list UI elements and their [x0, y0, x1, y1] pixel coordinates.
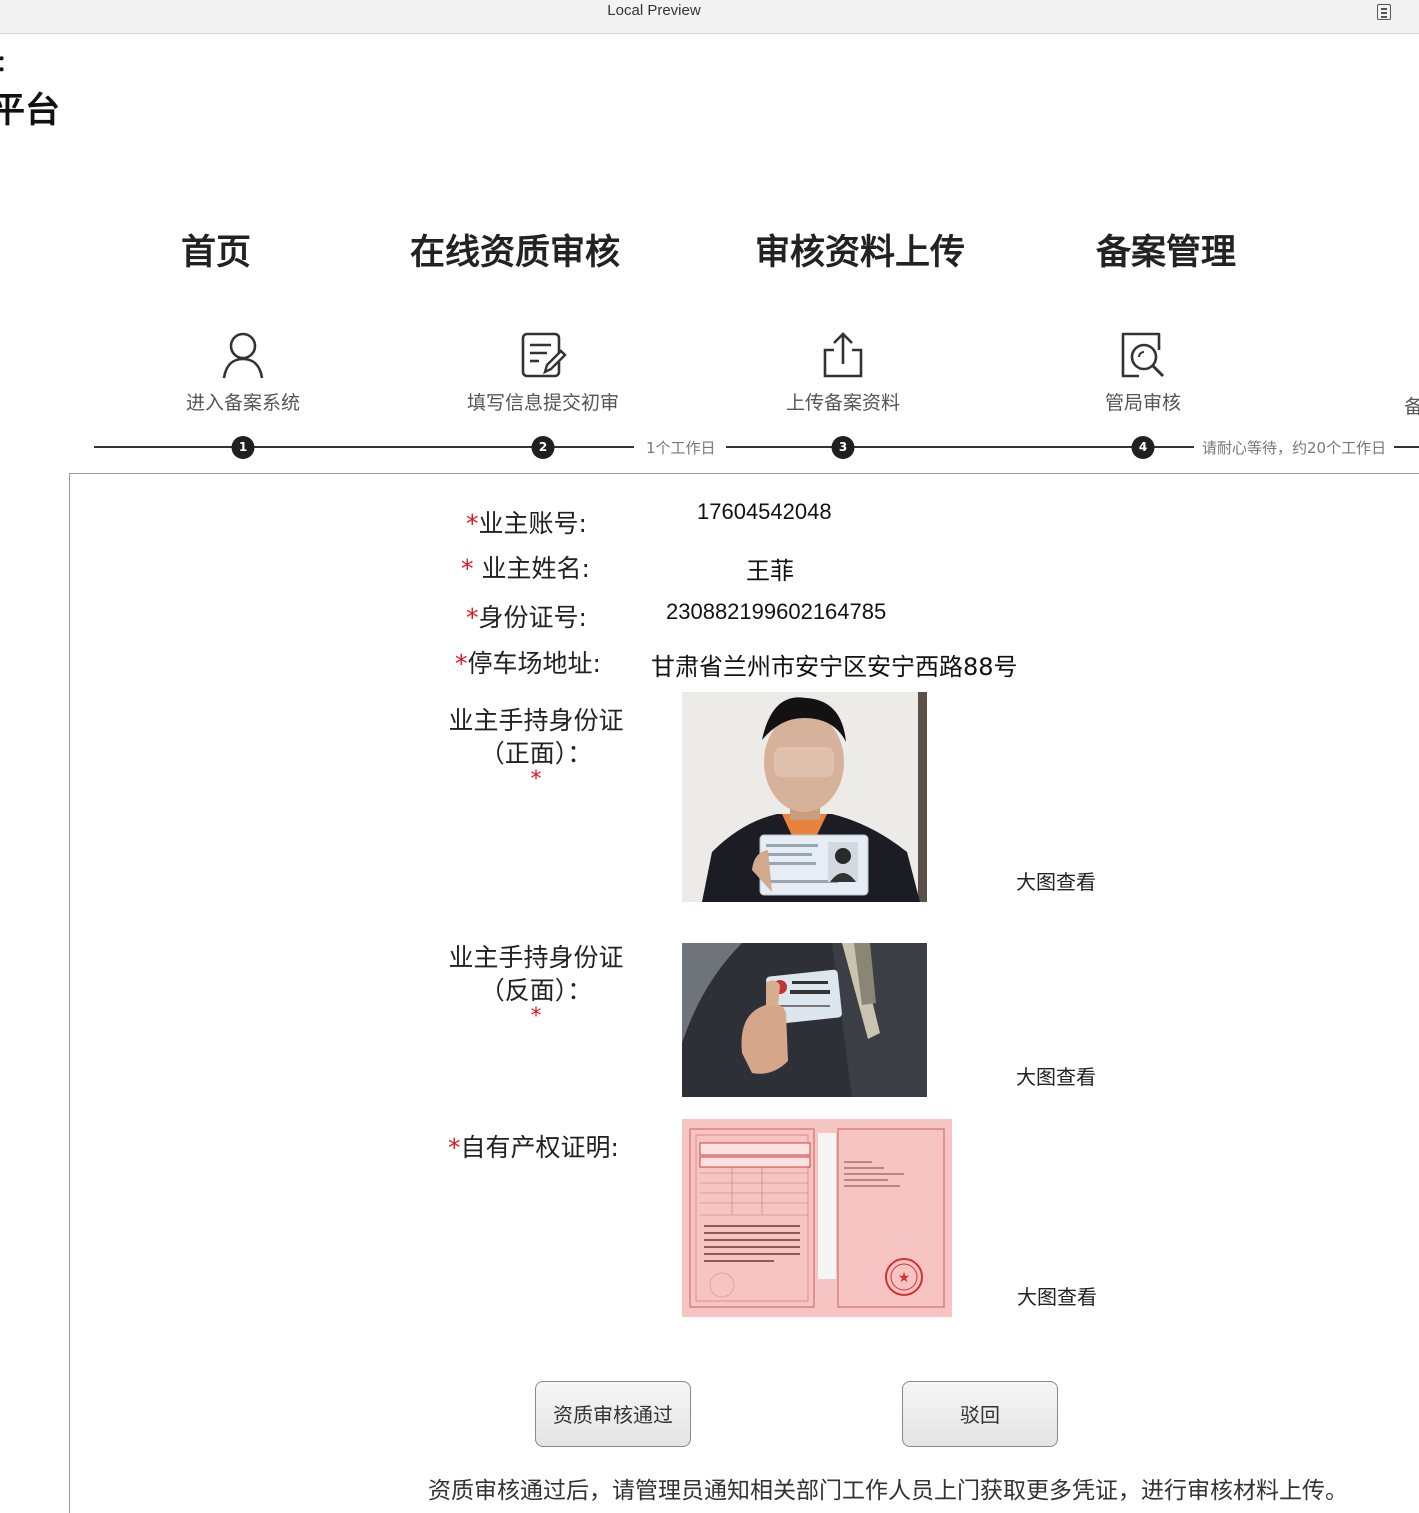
owner-name-value: 王菲	[746, 557, 794, 585]
user-icon	[222, 332, 264, 379]
nav-home[interactable]: 首页	[181, 232, 251, 274]
step-label: 上传备案资料	[785, 392, 901, 414]
step-label: 填写信息提交初审	[466, 392, 620, 414]
required-mark: *	[461, 554, 474, 583]
owner-name-label: * 业主姓名:	[461, 554, 590, 583]
step-duration-note: 请耐心等待，约20个工作日	[1194, 437, 1395, 458]
svg-text:★: ★	[898, 1270, 911, 1286]
review-search-icon	[1121, 332, 1165, 378]
reject-button[interactable]: 驳回	[902, 1381, 1058, 1447]
edit-form-icon	[521, 332, 567, 378]
step-authority-review: 管局审核	[1105, 330, 1181, 415]
required-mark: *	[530, 1004, 542, 1029]
step-fill-info: 填写信息提交初审	[467, 330, 619, 415]
required-mark: *	[455, 649, 468, 678]
step-number-badge: 2	[531, 436, 555, 459]
nav-filing-management[interactable]: 备案管理	[1096, 232, 1236, 274]
step-number-badge: 3	[831, 436, 855, 459]
nav-online-review[interactable]: 在线资质审核	[410, 232, 620, 274]
id-back-view-large-link[interactable]: 大图查看	[1016, 1061, 1096, 1090]
step-upload-materials: 上传备案资料	[786, 330, 900, 415]
required-mark: *	[530, 767, 542, 792]
property-certificate-photo[interactable]: ★	[682, 1119, 952, 1317]
window-titlebar: Local Preview	[0, 0, 1419, 34]
brand-title: 平台	[0, 91, 61, 131]
step-label-partial: 备	[1404, 396, 1419, 418]
step-label: 管局审核	[1104, 392, 1182, 414]
timeline-line	[1390, 446, 1419, 448]
id-front-photo[interactable]	[682, 692, 927, 902]
approve-qualification-button[interactable]: 资质审核通过	[535, 1381, 691, 1447]
document-list-icon[interactable]	[1377, 4, 1391, 20]
property-proof-label: *自有产权证明:	[448, 1133, 619, 1162]
required-mark: *	[466, 509, 479, 538]
id-number-label: *身份证号:	[466, 603, 587, 632]
step-label: 进入备案系统	[185, 392, 301, 414]
nav-material-upload[interactable]: 审核资料上传	[755, 232, 965, 274]
step-enter-system: 进入备案系统	[186, 330, 300, 415]
required-mark: *	[448, 1133, 461, 1162]
id-back-label: 业主手持身份证 （反面）： *	[426, 941, 646, 1029]
step-number-badge: 4	[1131, 436, 1155, 459]
step-duration-note: 1个工作日	[638, 437, 724, 458]
id-front-view-large-link[interactable]: 大图查看	[1016, 866, 1096, 895]
owner-account-value: 17604542048	[697, 499, 832, 524]
step-number-badge: 1	[231, 436, 255, 459]
id-number-value: 230882199602164785	[666, 599, 887, 624]
required-mark: *	[466, 603, 479, 632]
approval-instruction-note: 资质审核通过后，请管理员通知相关部门工作人员上门获取更多凭证，进行审核材料上传。	[428, 1478, 1348, 1504]
id-front-label: 业主手持身份证 （正面）： *	[426, 704, 646, 792]
parking-address-label: *停车场地址:	[455, 649, 601, 678]
id-back-photo[interactable]	[682, 943, 927, 1097]
upload-icon	[823, 332, 863, 378]
brand-subtitle: ：	[0, 54, 18, 76]
owner-account-label: *业主账号:	[466, 509, 587, 538]
property-view-large-link[interactable]: 大图查看	[1017, 1281, 1097, 1310]
parking-address-value: 甘肃省兰州市安宁区安宁西路88号	[651, 653, 1018, 681]
window-title: Local Preview	[607, 2, 701, 19]
